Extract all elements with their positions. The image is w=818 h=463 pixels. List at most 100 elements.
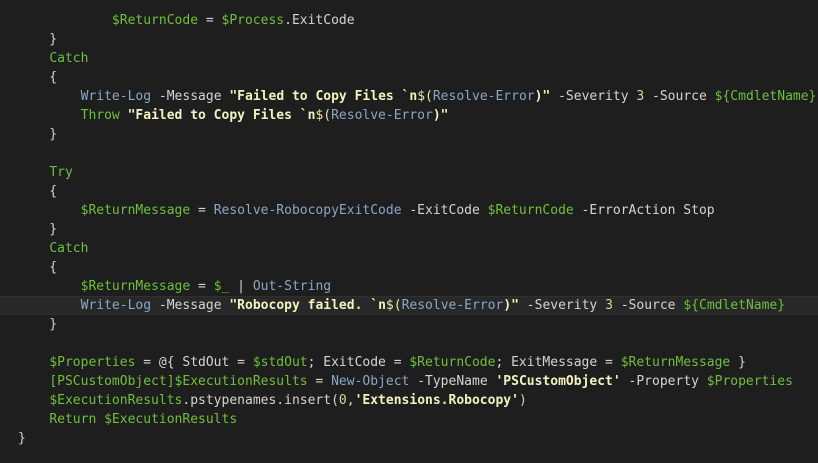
code-token: 0 (338, 393, 347, 408)
code-line[interactable] (0, 334, 818, 353)
code-token: -Severity (518, 298, 606, 313)
code-line[interactable]: Try (0, 163, 818, 182)
code-token: -Message (151, 89, 230, 104)
code-token: , (346, 393, 355, 408)
code-token: )" (534, 89, 551, 104)
code-token: $ExecutionResults (49, 393, 183, 408)
code-token: -TypeName (409, 374, 496, 389)
code-token: { (18, 184, 58, 199)
code-line[interactable]: $ReturnMessage = $_ | Out-String (0, 277, 818, 296)
code-token: } (18, 222, 58, 237)
code-token: $Properties (49, 355, 136, 370)
code-token: $ReturnCode (487, 203, 574, 218)
code-token: $ReturnCode (409, 355, 496, 370)
code-line[interactable]: { (0, 68, 818, 87)
code-token: .pstypenames.insert( (182, 393, 339, 408)
code-token: $_ (213, 279, 230, 294)
code-line[interactable]: $ReturnCode = $Process.ExitCode (0, 11, 818, 30)
code-token: 'Extensions.Robocopy' (354, 393, 519, 408)
code-token: ) (518, 393, 527, 408)
code-token: $( (417, 89, 433, 104)
code-token: $( (315, 108, 332, 123)
code-token: ; ExitCode = (307, 355, 410, 370)
code-line[interactable]: } (0, 315, 818, 334)
code-token: = (190, 203, 214, 218)
code-token: -Severity (550, 89, 637, 104)
code-token: New-Object (331, 374, 410, 389)
code-token: $ReturnCode (111, 13, 199, 28)
code-line[interactable]: } (0, 30, 818, 49)
code-token: [PSCustomObject] (49, 374, 175, 389)
code-line[interactable]: { (0, 182, 818, 201)
code-line[interactable]: } (0, 429, 818, 448)
code-line[interactable]: Write-Log -Message "Failed to Copy Files… (0, 87, 818, 106)
code-line[interactable]: Write-Log -Message "Robocopy failed. `n$… (0, 296, 818, 315)
code-token: $( (385, 298, 402, 313)
code-token: )" (503, 298, 519, 313)
code-token: = (307, 374, 332, 389)
code-token: ; ExitMessage = (495, 355, 621, 370)
code-line[interactable]: Catch (0, 49, 818, 68)
code-token: -Message (151, 298, 230, 313)
code-line[interactable]: } (0, 125, 818, 144)
code-token: -ExitCode (401, 203, 488, 218)
code-token: Write-Log (80, 89, 152, 104)
code-token: -Property (620, 374, 707, 389)
code-token: Throw (80, 108, 120, 123)
code-line[interactable]: { (0, 258, 818, 277)
code-token: { (18, 260, 58, 275)
code-token: ${CmdletName} (683, 298, 786, 313)
code-token: -ErrorAction Stop (573, 203, 715, 218)
code-token: $ExecutionResults (104, 412, 238, 427)
code-token: } (18, 127, 58, 142)
code-token: Return (49, 412, 97, 427)
code-token: Out-String (252, 279, 332, 294)
code-token: Catch (49, 51, 89, 66)
code-token: Resolve-RobocopyExitCode (213, 203, 402, 218)
code-line[interactable]: Return $ExecutionResults (0, 410, 818, 429)
code-token: )" (432, 108, 449, 123)
code-token: Write-Log (80, 298, 152, 313)
code-line[interactable]: } (0, 220, 818, 239)
code-token: $stdOut (252, 355, 308, 370)
code-token: } (18, 317, 58, 332)
code-token: | (229, 279, 253, 294)
code-token: } (18, 32, 58, 47)
code-token: -Source (644, 89, 715, 104)
code-editor[interactable]: $ReturnCode = $Process.ExitCode } Catch … (0, 11, 818, 448)
code-token: Catch (49, 241, 89, 256)
code-token: = (198, 13, 222, 28)
code-line[interactable]: Catch (0, 239, 818, 258)
code-token: $ReturnMessage (620, 355, 731, 370)
code-token: "Failed to Copy Files `n (127, 108, 316, 123)
code-token: .ExitCode (284, 13, 355, 28)
code-token: = (190, 279, 214, 294)
code-line[interactable] (0, 144, 818, 163)
code-line[interactable]: [PSCustomObject]$ExecutionResults = New-… (0, 372, 818, 391)
code-token: 3 (605, 298, 613, 313)
code-token: Resolve-Error (331, 108, 433, 123)
code-line[interactable]: Throw "Failed to Copy Files `n$(Resolve-… (0, 106, 818, 125)
code-token: $ExecutionResults (174, 374, 308, 389)
code-token: -Source (612, 298, 684, 313)
code-token: $ReturnMessage (80, 203, 191, 218)
code-token: { (18, 70, 58, 85)
code-token: ${CmdletName} (714, 89, 817, 104)
code-token: Resolve-Error (401, 298, 504, 313)
code-line[interactable]: $ExecutionResults.pstypenames.insert(0,'… (0, 391, 818, 410)
code-line[interactable]: $ReturnMessage = Resolve-RobocopyExitCod… (0, 201, 818, 220)
code-line[interactable]: $Properties = @{ StdOut = $stdOut; ExitC… (0, 353, 818, 372)
